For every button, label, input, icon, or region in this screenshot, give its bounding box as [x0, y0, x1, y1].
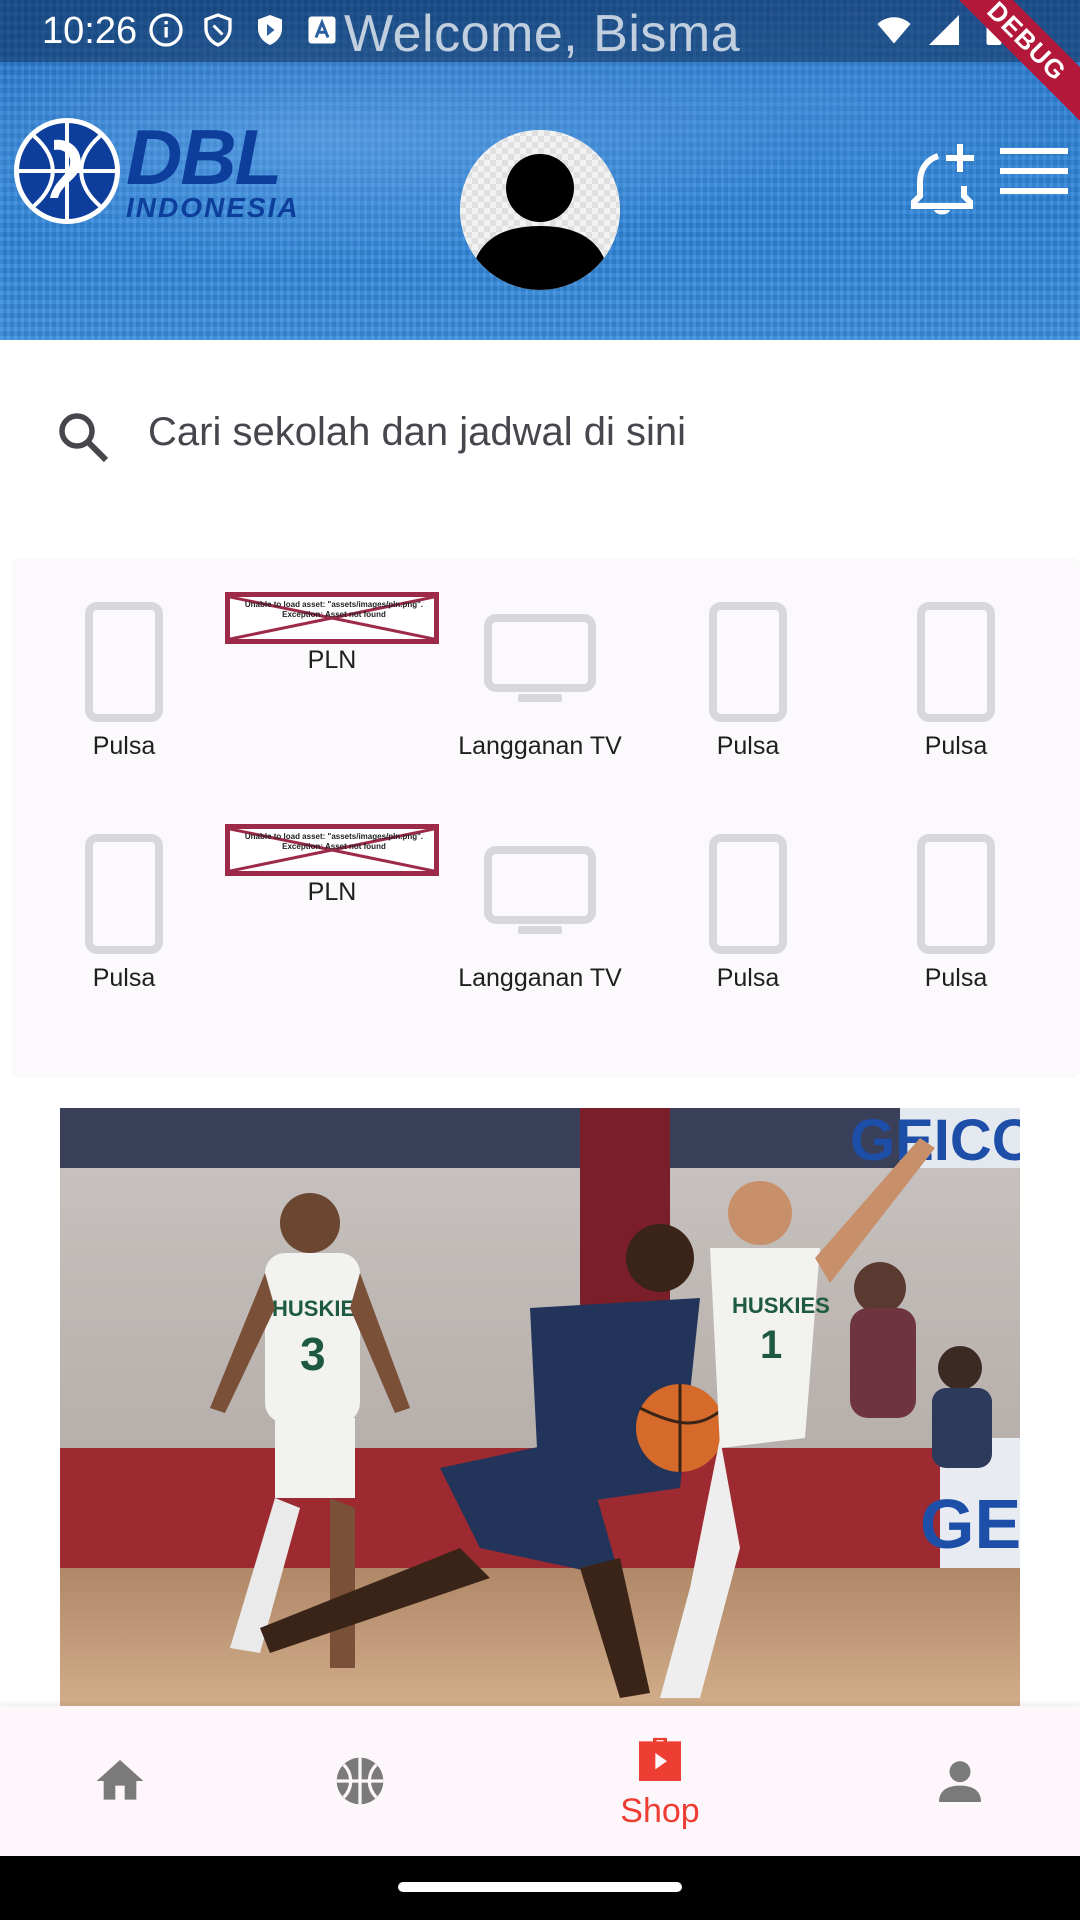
status-time: 10:26 — [42, 10, 138, 52]
menu-item-label: Pulsa — [92, 964, 156, 992]
phone-icon — [709, 834, 787, 954]
service-menu-grid: Pulsa Unable to load asset: "assets/imag… — [12, 558, 1080, 1078]
status-icons-left — [148, 12, 340, 48]
logo-sub-text: INDONESIA — [126, 192, 300, 223]
avatar[interactable] — [460, 130, 620, 290]
menu-item-pulsa[interactable]: Pulsa — [856, 810, 1056, 1010]
home-gesture-handle[interactable] — [398, 1882, 682, 1892]
system-gesture-bar — [0, 1856, 1080, 1920]
menu-item-pulsa[interactable]: Pulsa — [24, 578, 224, 778]
broken-image-icon: Unable to load asset: "assets/images/pln… — [225, 592, 439, 644]
menu-item-pulsa[interactable]: Pulsa — [648, 578, 848, 778]
signal-icon — [929, 15, 959, 45]
jersey-text: HUSKIES — [732, 1293, 830, 1318]
menu-item-label: Pulsa — [924, 732, 988, 760]
search-bar[interactable]: Cari sekolah dan jadwal di sini — [0, 376, 1080, 496]
jersey-number-1: 1 — [760, 1323, 782, 1367]
menu-item-pln[interactable]: Unable to load asset: "assets/images/pln… — [225, 810, 439, 1010]
menu-item-label: Pulsa — [924, 964, 988, 992]
shop-bag-icon — [639, 1737, 681, 1781]
font-a-icon — [308, 16, 336, 44]
status-bar: 10:26 Welcome, Bisma DEBUG — [0, 0, 1080, 136]
shield-icon — [204, 13, 232, 47]
nav-item-profile[interactable] — [900, 1706, 1020, 1856]
nav-item-basketball[interactable] — [300, 1706, 420, 1856]
sponsor-sign-side: GEICO — [920, 1485, 1020, 1563]
bottom-navigation: Shop — [0, 1706, 1080, 1856]
tv-icon — [484, 846, 596, 934]
sponsor-sign-top: GEICO — [850, 1108, 1020, 1173]
header: 10:26 Welcome, Bisma DEBUG DBL INDONESIA — [0, 0, 1080, 340]
app-screen: 10:26 Welcome, Bisma DEBUG DBL INDONESIA… — [0, 0, 1080, 1920]
hamburger-menu-icon[interactable] — [998, 146, 1070, 196]
menu-item-label: Pulsa — [716, 732, 780, 760]
promo-banner-image[interactable]: GEICO GEICO HUSKIES 3 — [60, 1108, 1020, 1708]
person-icon — [939, 1761, 981, 1802]
broken-image-icon: Unable to load asset: "assets/images/pln… — [225, 824, 439, 876]
menu-item-label: Langganan TV — [458, 964, 622, 992]
image-error-text: Unable to load asset: "assets/images/pln… — [244, 600, 424, 619]
menu-item-langganan-tv[interactable]: Langganan TV — [440, 810, 640, 1010]
menu-item-pulsa[interactable]: Pulsa — [648, 810, 848, 1010]
menu-item-label: Langganan TV — [458, 732, 622, 760]
logo-main-text: DBL — [126, 113, 282, 201]
welcome-text: Welcome, Bisma — [344, 5, 741, 63]
phone-icon — [85, 602, 163, 722]
home-icon — [96, 1760, 144, 1800]
nav-item-home[interactable] — [60, 1706, 180, 1856]
image-error-text: Unable to load asset: "assets/images/pln… — [244, 832, 424, 851]
info-icon — [149, 13, 183, 47]
basketball-icon — [336, 1757, 384, 1805]
basketball-logo-icon — [14, 118, 120, 224]
search-icon — [59, 413, 109, 463]
basketball-game-photo: GEICO GEICO HUSKIES 3 — [60, 1108, 1020, 1708]
phone-icon — [917, 602, 995, 722]
menu-item-pulsa[interactable]: Pulsa — [856, 578, 1056, 778]
phone-icon — [709, 602, 787, 722]
jersey-number-3: 3 — [300, 1328, 326, 1380]
menu-item-label: PLN — [307, 646, 357, 674]
nav-item-shop[interactable]: Shop — [580, 1706, 740, 1856]
menu-item-label: Pulsa — [716, 964, 780, 992]
menu-item-label: Pulsa — [92, 732, 156, 760]
menu-item-label: PLN — [307, 878, 357, 906]
person-avatar-icon — [460, 130, 620, 290]
nav-item-shop-label: Shop — [620, 1791, 700, 1830]
menu-item-pulsa[interactable]: Pulsa — [24, 810, 224, 1010]
phone-icon — [85, 834, 163, 954]
menu-item-langganan-tv[interactable]: Langganan TV — [440, 578, 640, 778]
logo-text: DBL INDONESIA — [126, 113, 300, 223]
search-input[interactable]: Cari sekolah dan jadwal di sini — [148, 410, 686, 455]
notification-add-icon[interactable] — [908, 138, 990, 220]
dbl-logo: DBL INDONESIA — [14, 118, 300, 224]
menu-item-pln[interactable]: Unable to load asset: "assets/images/pln… — [225, 578, 439, 778]
phone-icon — [917, 834, 995, 954]
wifi-icon — [877, 17, 911, 44]
play-store-icon — [258, 15, 282, 45]
tv-icon — [484, 614, 596, 702]
